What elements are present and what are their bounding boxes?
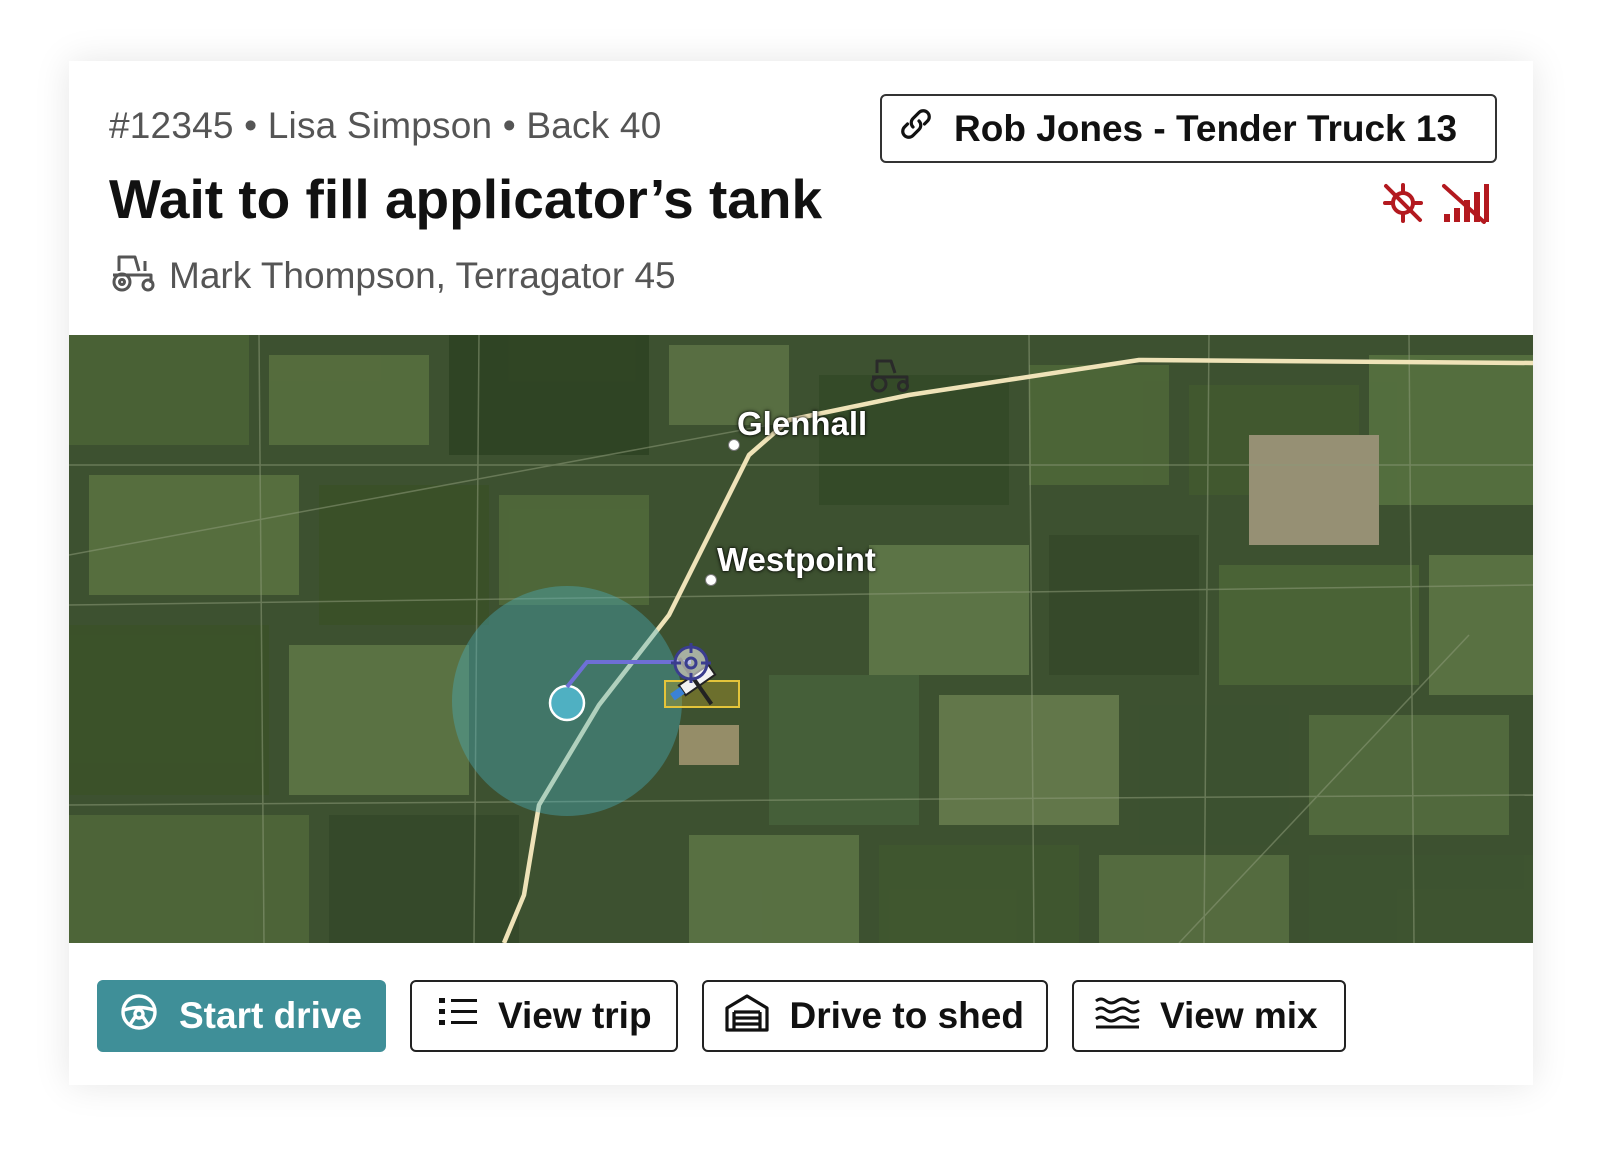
view-trip-label: View trip: [498, 995, 652, 1036]
job-card: #12345 • Lisa Simpson • Back 40 Wait to …: [69, 61, 1533, 1085]
steering-wheel-icon: [119, 992, 159, 1041]
view-mix-label: View mix: [1159, 995, 1318, 1036]
link-icon: [896, 104, 936, 153]
connection-status: [1380, 182, 1490, 229]
signal-off-icon: [1440, 182, 1490, 229]
list-icon: [438, 994, 478, 1039]
job-meta: #12345 • Lisa Simpson • Back 40: [109, 105, 662, 146]
drive-to-shed-label: Drive to shed: [789, 995, 1024, 1036]
operator-text: Mark Thompson, Terragator 45: [169, 255, 676, 296]
satellite-map[interactable]: Glenhall Westpoint: [69, 335, 1533, 943]
operator-info: Mark Thompson, Terragator 45: [109, 251, 676, 301]
job-title: Wait to fill applicator’s tank: [109, 168, 823, 230]
action-bar: Start drive View trip Drive to shed View…: [97, 980, 1346, 1052]
start-drive-button[interactable]: Start drive: [97, 980, 387, 1052]
view-trip-button[interactable]: View trip: [410, 980, 678, 1052]
place-label-glenhall: Glenhall: [737, 405, 868, 442]
tractor-icon: [109, 251, 157, 302]
drive-to-shed-button[interactable]: Drive to shed: [701, 980, 1048, 1052]
start-drive-label: Start drive: [179, 995, 363, 1036]
place-label-westpoint: Westpoint: [717, 541, 876, 578]
linked-vehicle-label: Rob Jones - Tender Truck 13: [954, 107, 1458, 149]
shed-icon: [724, 992, 770, 1041]
gps-off-icon: [1380, 182, 1426, 229]
view-mix-button[interactable]: View mix: [1071, 980, 1346, 1052]
waves-icon: [1094, 995, 1140, 1038]
linked-vehicle-button[interactable]: Rob Jones - Tender Truck 13: [880, 94, 1497, 163]
place-dot-westpoint: [705, 574, 717, 586]
